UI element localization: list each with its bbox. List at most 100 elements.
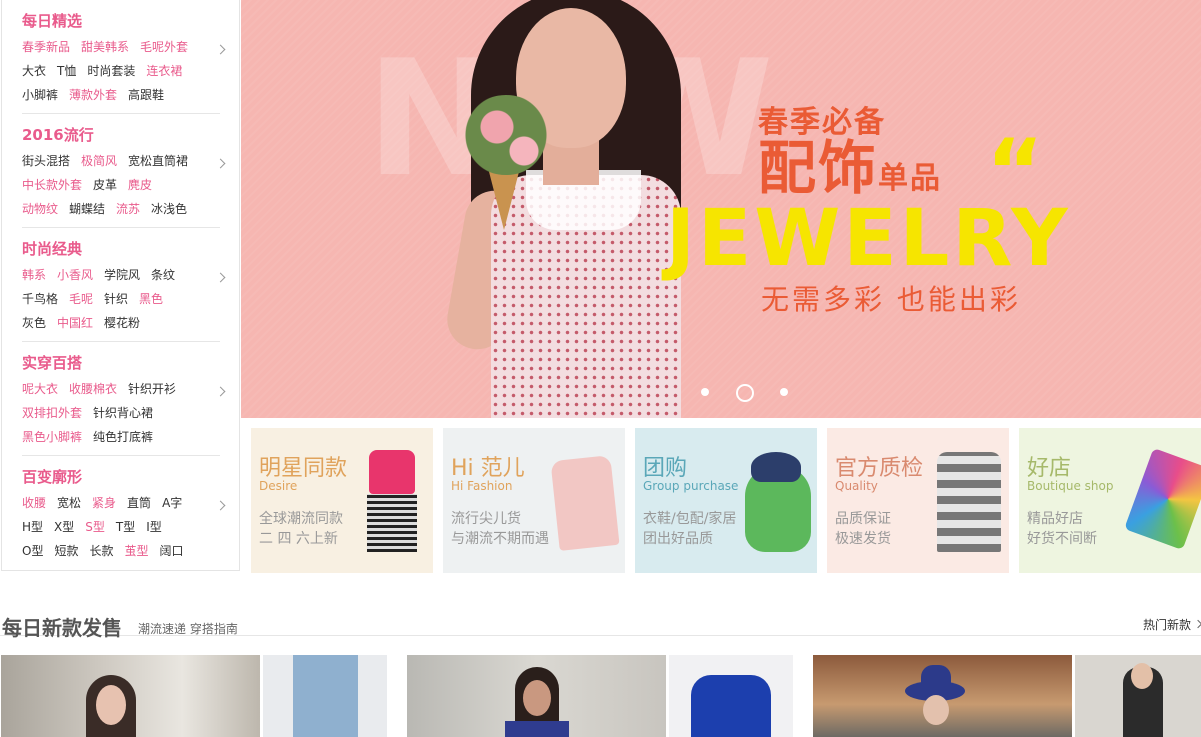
category-link[interactable]: T型 bbox=[116, 518, 135, 535]
feature-tile[interactable]: 团购 Group purchase 衣鞋/包配/家居 团出好品质 bbox=[635, 428, 817, 573]
category-row: 中长款外套 皮革 麂皮 bbox=[22, 176, 163, 193]
category-link[interactable]: 千鸟格 bbox=[22, 290, 58, 307]
category-link[interactable]: 韩系 bbox=[22, 266, 46, 283]
category-link[interactable]: 收腰 bbox=[22, 494, 46, 511]
category-link[interactable]: 极简风 bbox=[81, 152, 117, 169]
category-link[interactable]: O型 bbox=[22, 542, 43, 559]
category-link[interactable]: 条纹 bbox=[151, 266, 175, 283]
tile-desc-1: 流行尖儿货 bbox=[451, 511, 521, 527]
tile-desc-1: 衣鞋/包配/家居 bbox=[643, 511, 737, 527]
feature-tile[interactable]: Hi 范儿 Hi Fashion 流行尖儿货 与潮流不期而遇 bbox=[443, 428, 625, 573]
category-link[interactable]: I型 bbox=[146, 518, 162, 535]
category-title[interactable]: 每日精选 bbox=[22, 10, 82, 31]
category-group: 2016流行 街头混搭 极简风 宽松直筒裙 中长款外套 皮革 麂皮 动物纹 蝴蝶结 流苏 冰浅色 bbox=[22, 114, 226, 228]
tile-desc-2: 与潮流不期而遇 bbox=[451, 531, 549, 547]
section-title: 每日新款发售 bbox=[2, 616, 122, 640]
category-link[interactable]: 中长款外套 bbox=[22, 176, 82, 193]
category-link[interactable]: 直筒 bbox=[127, 494, 151, 511]
category-row: 街头混搭 极简风 宽松直筒裙 bbox=[22, 152, 199, 169]
product-photo-6[interactable] bbox=[1075, 655, 1201, 737]
feature-tile[interactable]: 官方质检 Quality 品质保证 极速发货 bbox=[827, 428, 1009, 573]
product-photo-5[interactable] bbox=[813, 655, 1072, 737]
category-link[interactable]: 收腰棉衣 bbox=[69, 380, 117, 397]
tile-desc-1: 精品好店 bbox=[1027, 511, 1083, 527]
category-row: 大衣 T恤 时尚套装 连衣裙 bbox=[22, 62, 193, 79]
category-link[interactable]: 紧身 bbox=[92, 494, 116, 511]
category-group: 时尚经典韩系 小香风 学院风 条纹千鸟格 毛呢 针织 黑色灰色 中国红 樱花粉 bbox=[22, 228, 226, 342]
category-link[interactable]: 呢大衣 bbox=[22, 380, 58, 397]
carousel-dot-2[interactable] bbox=[736, 384, 754, 402]
category-link[interactable]: S型 bbox=[85, 518, 105, 535]
category-link[interactable]: 小脚裤 bbox=[22, 86, 58, 103]
category-link[interactable]: 宽松 bbox=[57, 494, 81, 511]
category-link[interactable]: 皮革 bbox=[93, 176, 117, 193]
category-link[interactable]: 薄款外套 bbox=[69, 86, 117, 103]
product-photo-2[interactable] bbox=[263, 655, 387, 737]
tile-desc-2: 极速发货 bbox=[835, 531, 891, 547]
carousel-dot-3[interactable] bbox=[780, 388, 788, 396]
category-link[interactable]: T恤 bbox=[57, 62, 76, 79]
category-link[interactable]: 小香风 bbox=[57, 266, 93, 283]
category-link[interactable]: 冰浅色 bbox=[151, 200, 187, 217]
category-link[interactable]: 阔口 bbox=[160, 542, 184, 559]
category-link[interactable]: 毛呢外套 bbox=[140, 38, 188, 55]
category-row: 春季新品 甜美韩系 毛呢外套 bbox=[22, 38, 199, 55]
category-link[interactable]: 流苏 bbox=[116, 200, 140, 217]
product-photo-4[interactable] bbox=[669, 655, 793, 737]
chevron-right-icon bbox=[215, 158, 226, 169]
category-link[interactable]: 针织开衫 bbox=[128, 380, 176, 397]
category-title[interactable]: 时尚经典 bbox=[22, 238, 82, 259]
feature-tile[interactable]: 明星同款 Desire 全球潮流同款二 四 六上新 bbox=[251, 428, 433, 573]
carousel-dot-1[interactable] bbox=[701, 388, 709, 396]
category-link[interactable]: 麂皮 bbox=[128, 176, 152, 193]
category-link[interactable]: 大衣 bbox=[22, 62, 46, 79]
tile-subtitle: Group purchase bbox=[643, 479, 739, 493]
category-link[interactable]: 毛呢 bbox=[69, 290, 93, 307]
category-row: 黑色小脚裤 纯色打底裤 bbox=[22, 428, 164, 445]
bag-icon bbox=[1124, 446, 1201, 556]
category-link[interactable]: 短款 bbox=[54, 542, 78, 559]
chevron-right-icon bbox=[215, 272, 226, 283]
product-photo-3[interactable] bbox=[407, 655, 666, 737]
category-title[interactable]: 2016流行 bbox=[22, 124, 94, 145]
chevron-right-icon bbox=[215, 44, 226, 55]
category-link[interactable]: 樱花粉 bbox=[104, 314, 140, 331]
category-link[interactable]: 动物纹 bbox=[22, 200, 58, 217]
category-link[interactable]: 连衣裙 bbox=[146, 62, 182, 79]
category-link[interactable]: 中国红 bbox=[57, 314, 93, 331]
category-link[interactable]: X型 bbox=[54, 518, 74, 535]
category-link[interactable]: 街头混搭 bbox=[22, 152, 70, 169]
feature-tile[interactable]: 好店 Boutique shop 精品好店 好货不间断 bbox=[1019, 428, 1201, 573]
chevron-right-icon bbox=[215, 500, 226, 511]
category-row: 灰色 中国红 樱花粉 bbox=[22, 314, 151, 331]
category-link[interactable]: 高跟鞋 bbox=[128, 86, 164, 103]
category-link[interactable]: 蝴蝶结 bbox=[69, 200, 105, 217]
category-link[interactable]: 宽松直筒裙 bbox=[128, 152, 188, 169]
backpack-icon bbox=[741, 446, 811, 556]
category-sidebar: 每日精选 春季新品 甜美韩系 毛呢外套 大衣 T恤 时尚套装 连衣裙 小脚裤 薄款外套 高跟鞋 201… bbox=[1, 0, 240, 571]
category-link[interactable]: 黑色 bbox=[139, 290, 163, 307]
category-link[interactable]: 针织背心裙 bbox=[93, 404, 153, 421]
hot-new-link[interactable]: 热门新款 bbox=[1143, 616, 1201, 633]
striped-sweater-icon bbox=[933, 446, 1003, 556]
banner-jewelry-text: JEWELRY bbox=[666, 194, 1071, 284]
category-link[interactable]: H型 bbox=[22, 518, 43, 535]
category-link[interactable]: 纯色打底裤 bbox=[93, 428, 153, 445]
category-link[interactable]: 针织 bbox=[104, 290, 128, 307]
hero-banner[interactable]: NEW 春季必备 配饰单品 “ JEWELRY 无需多彩 也能出彩 bbox=[241, 0, 1201, 418]
banner-tagline: 无需多彩 也能出彩 bbox=[761, 283, 1021, 316]
category-link[interactable]: 茧型 bbox=[124, 542, 148, 559]
category-title[interactable]: 百变廓形 bbox=[22, 466, 82, 487]
category-row: O型 短款 长款 茧型 阔口 bbox=[22, 542, 195, 559]
category-link[interactable]: 学院风 bbox=[104, 266, 140, 283]
category-title[interactable]: 实穿百搭 bbox=[22, 352, 82, 373]
category-link[interactable]: 时尚套装 bbox=[87, 62, 135, 79]
category-link[interactable]: 长款 bbox=[89, 542, 113, 559]
category-link[interactable]: 灰色 bbox=[22, 314, 46, 331]
category-link[interactable]: 春季新品 bbox=[22, 38, 70, 55]
category-link[interactable]: 甜美韩系 bbox=[81, 38, 129, 55]
category-link[interactable]: 双排扣外套 bbox=[22, 404, 82, 421]
category-link[interactable]: A字 bbox=[162, 494, 182, 511]
product-photo-1[interactable] bbox=[1, 655, 260, 737]
category-link[interactable]: 黑色小脚裤 bbox=[22, 428, 82, 445]
